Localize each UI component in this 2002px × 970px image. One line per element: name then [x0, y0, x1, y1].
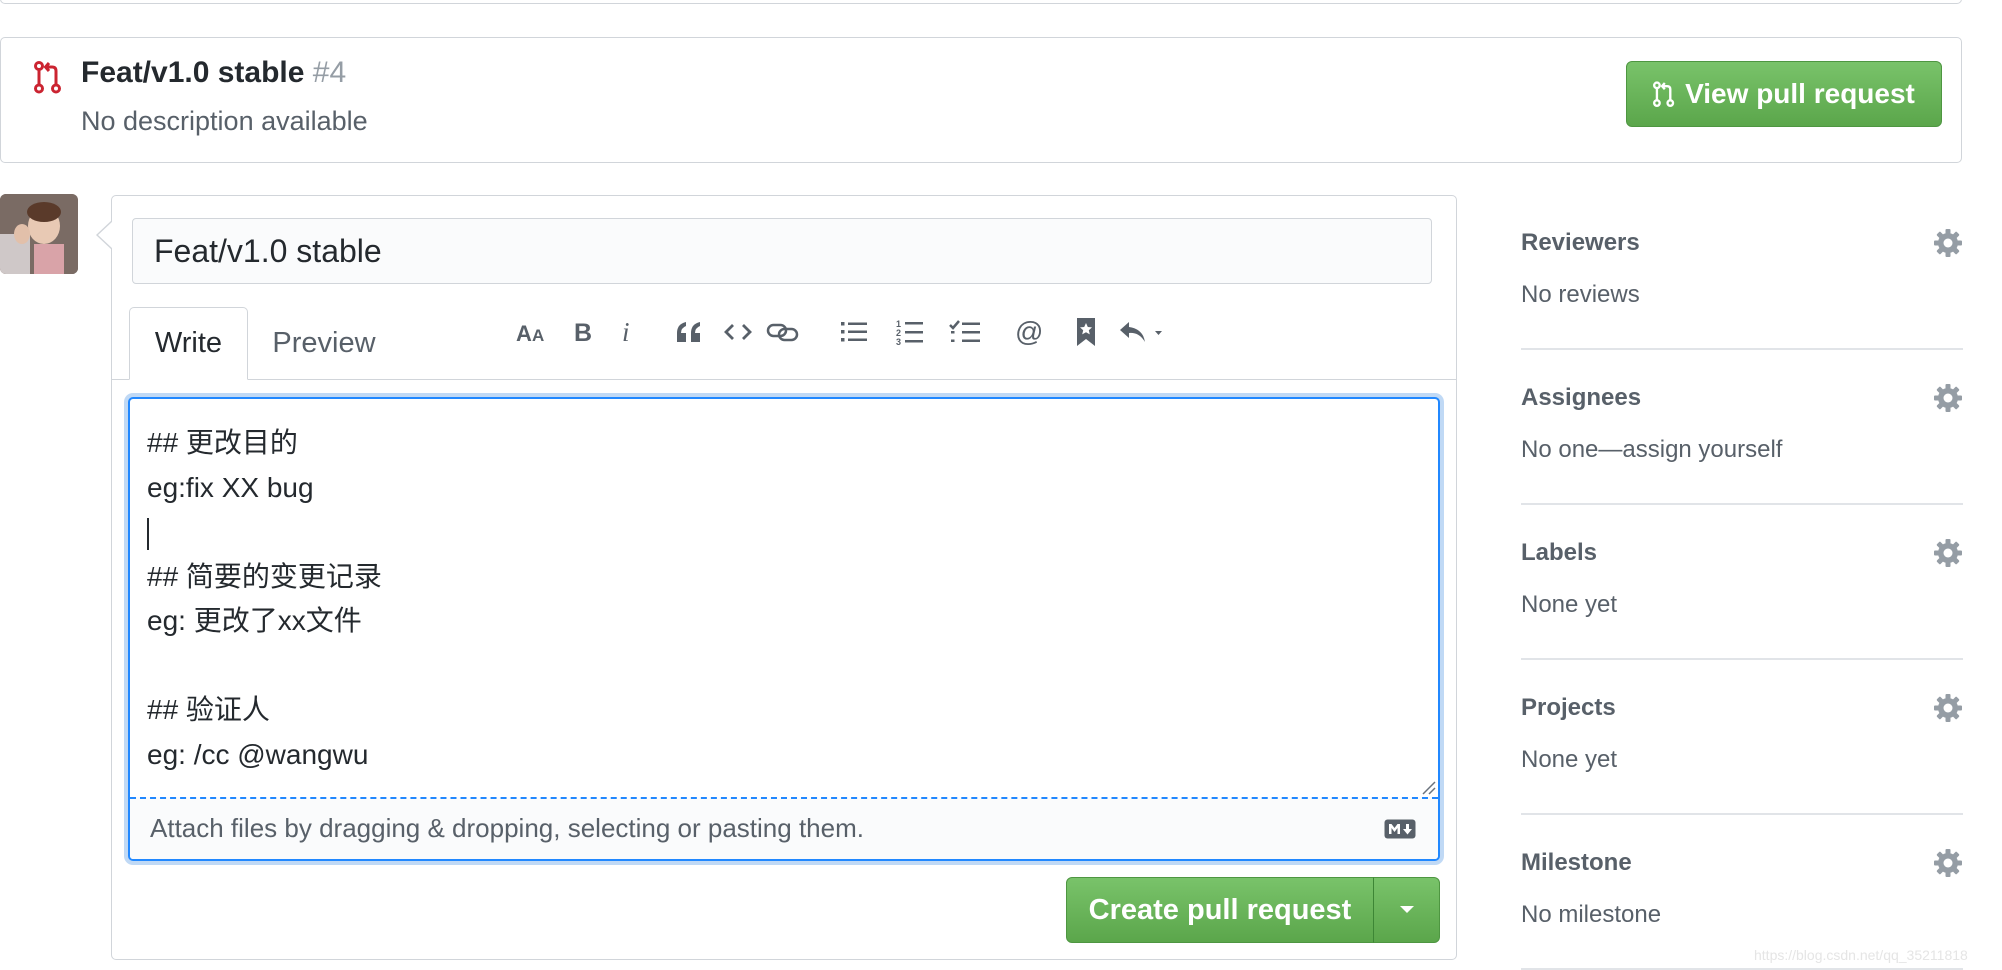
pull-request-title[interactable]: Feat/v1.0 stable #4	[81, 56, 346, 90]
link-icon[interactable]	[761, 310, 805, 354]
sidebar-section-title[interactable]: Projects	[1521, 694, 1616, 722]
attach-files-bar[interactable]: Attach files by dragging & dropping, sel…	[130, 797, 1438, 859]
user-avatar[interactable]	[0, 194, 78, 274]
pull-request-description: No description available	[81, 106, 368, 136]
text-cursor	[147, 517, 149, 550]
body-line: eg:fix XX bug	[147, 471, 314, 503]
gear-icon[interactable]	[1933, 538, 1963, 568]
sidebar-section-value: None yet	[1521, 591, 1618, 618]
task-list-icon[interactable]	[943, 310, 987, 354]
sidebar-labels: Labels None yet	[1521, 505, 1963, 660]
sidebar-section-value: No milestone	[1521, 901, 1662, 928]
gear-icon[interactable]	[1933, 228, 1963, 258]
reply-dropdown-icon[interactable]	[1115, 310, 1173, 354]
pull-request-banner: Feat/v1.0 stable #4 No description avail…	[0, 37, 1962, 163]
title-input[interactable]	[132, 218, 1432, 284]
previous-box-edge	[0, 0, 1962, 4]
sidebar-reviewers: Reviewers No reviews	[1521, 195, 1963, 350]
svg-text:B: B	[574, 319, 592, 345]
sidebar-section-value: No reviews	[1521, 281, 1640, 308]
svg-text:@: @	[1015, 317, 1043, 347]
create-options-dropdown[interactable]	[1373, 877, 1440, 943]
pull-request-icon	[1653, 81, 1675, 107]
pull-request-icon	[34, 61, 61, 94]
body-line-cursor	[147, 510, 382, 555]
comment-body-text: ## 更改目的 eg:fix XX bug ## 简要的变更记录 eg: 更改了…	[147, 421, 382, 777]
sidebar: Reviewers No reviews Assignees No one—as…	[1521, 195, 1963, 970]
header-icon[interactable]: AA	[511, 310, 555, 354]
svg-text:A: A	[532, 326, 544, 345]
saved-reply-icon[interactable]	[1064, 310, 1108, 354]
sidebar-section-value: None yet	[1521, 746, 1618, 773]
numbered-list-icon[interactable]: 123	[888, 310, 932, 354]
attach-files-hint: Attach files by dragging & dropping, sel…	[150, 813, 864, 843]
bold-icon[interactable]: B	[561, 310, 605, 354]
resize-handle-icon[interactable]	[1418, 777, 1436, 795]
sidebar-section-value: No one—assign yourself	[1521, 436, 1783, 463]
pull-request-composer: Write Preview AA B i 123 @ ## 更改目的 eg:fi…	[96, 195, 1457, 960]
body-line: ## 验证人	[147, 694, 270, 725]
comment-body-textarea[interactable]: ## 更改目的 eg:fix XX bug ## 简要的变更记录 eg: 更改了…	[128, 397, 1440, 861]
gear-icon[interactable]	[1933, 848, 1963, 878]
body-line: ## 简要的变更记录	[147, 560, 382, 592]
body-line: eg: 更改了xx文件	[147, 605, 362, 636]
body-line: ## 更改目的	[147, 427, 298, 458]
comment-caret-fill	[98, 221, 113, 249]
watermark: https://blog.csdn.net/qq_35211818	[1754, 947, 1968, 963]
mention-icon[interactable]: @	[1007, 310, 1051, 354]
pull-request-number: #4	[312, 56, 347, 89]
code-icon[interactable]	[716, 310, 760, 354]
tab-preview[interactable]: Preview	[259, 307, 389, 380]
body-line	[147, 644, 382, 689]
sidebar-section-title[interactable]: Milestone	[1521, 849, 1632, 877]
quote-icon[interactable]	[667, 310, 711, 354]
view-pull-request-button[interactable]: View pull request	[1626, 61, 1942, 127]
gear-icon[interactable]	[1933, 383, 1963, 413]
chevron-down-icon	[1399, 906, 1414, 913]
gear-icon[interactable]	[1933, 693, 1963, 723]
markdown-icon[interactable]	[1384, 819, 1416, 839]
svg-text:A: A	[516, 321, 532, 345]
sidebar-assignees: Assignees No one—assign yourself	[1521, 350, 1963, 505]
tab-write[interactable]: Write	[129, 307, 248, 380]
body-line: eg: /cc @wangwu	[147, 738, 369, 770]
svg-text:3: 3	[896, 337, 901, 346]
sidebar-section-title[interactable]: Reviewers	[1521, 229, 1640, 257]
italic-icon[interactable]: i	[605, 310, 649, 354]
sidebar-section-title[interactable]: Labels	[1521, 539, 1597, 567]
sidebar-projects: Projects None yet	[1521, 660, 1963, 815]
bullet-list-icon[interactable]	[832, 310, 876, 354]
sidebar-section-title[interactable]: Assignees	[1521, 384, 1641, 412]
avatar-photo	[0, 194, 78, 274]
svg-text:i: i	[622, 318, 630, 346]
create-pull-request-button[interactable]: Create pull request	[1066, 877, 1374, 943]
